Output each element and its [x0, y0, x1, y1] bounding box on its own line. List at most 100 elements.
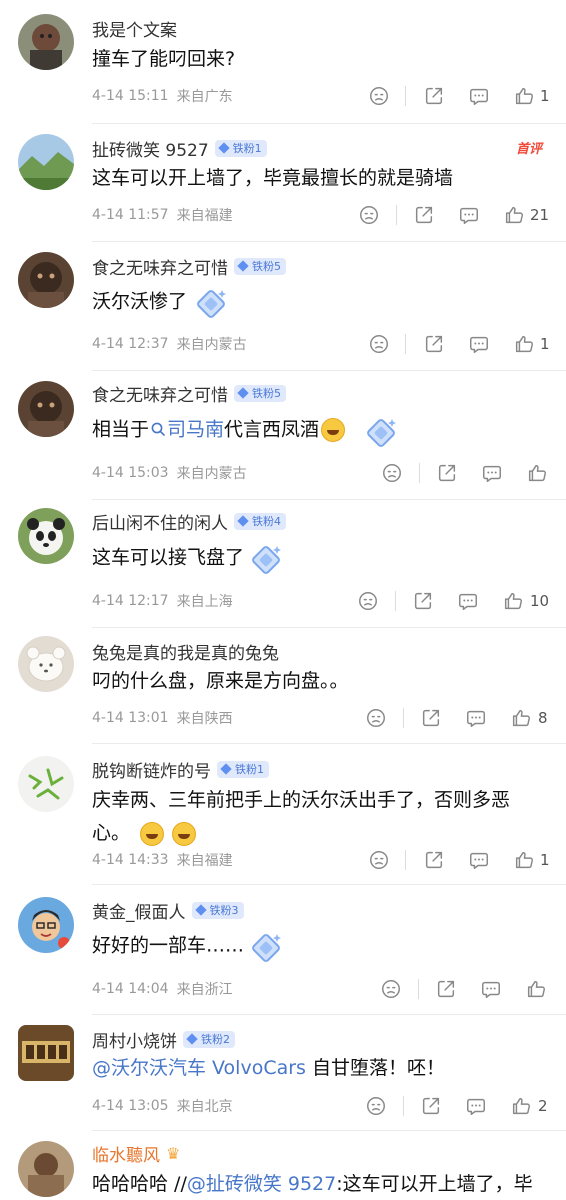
fan-badge[interactable]: 铁粉5 [234, 384, 286, 402]
mention-link[interactable]: @扯砖微笑 9527 [187, 1173, 336, 1195]
comment-icon[interactable] [456, 202, 482, 228]
comment-location: 来自上海 [176, 594, 233, 610]
dislike-icon[interactable] [356, 202, 382, 228]
like-icon[interactable] [501, 202, 527, 228]
fan-badge[interactable]: 铁粉1 [214, 139, 267, 157]
share-icon[interactable] [418, 1093, 444, 1119]
avatar[interactable] [18, 381, 74, 437]
username[interactable]: 黄金_假面人 [92, 898, 186, 923]
like-icon[interactable] [500, 588, 526, 614]
username[interactable]: 周村小烧饼 [92, 1027, 177, 1052]
comment-time: 4-14 12:17 [92, 593, 169, 609]
comment-location: 来自内蒙古 [176, 466, 247, 482]
dislike-icon[interactable] [366, 83, 392, 109]
comment-icon[interactable] [479, 460, 505, 486]
comment-time: 4-14 12:37 [92, 336, 169, 352]
fan-badge[interactable]: 铁粉5 [234, 257, 286, 275]
like-icon[interactable] [511, 331, 537, 357]
username[interactable]: 食之无味弃之可惜 [92, 381, 228, 406]
dislike-icon[interactable] [366, 331, 392, 357]
topic-link[interactable]: 司马南 [167, 419, 224, 441]
comment-location: 来自福建 [176, 208, 233, 224]
comment-text: 庆幸两、三年前把手上的沃尔沃出手了，否则多恶 心。 [92, 789, 511, 846]
username[interactable]: 我是个文案 [92, 16, 177, 41]
divider [403, 1096, 404, 1116]
fan-badge-icon [237, 515, 249, 527]
like-icon[interactable] [523, 976, 549, 1002]
smile-emoji-icon [321, 418, 346, 442]
like-count: 2 [538, 1097, 548, 1115]
fan-badge-icon [237, 387, 249, 399]
fan-badge[interactable]: 铁粉3 [191, 901, 244, 919]
comment-icon[interactable] [466, 847, 492, 873]
avatar[interactable] [18, 252, 74, 308]
divider [419, 463, 420, 483]
grin-emoji-icon [140, 821, 165, 846]
share-icon[interactable] [433, 976, 459, 1002]
avatar[interactable] [18, 897, 74, 953]
like-icon[interactable] [508, 1093, 534, 1119]
like-icon[interactable] [511, 83, 537, 109]
comment-icon[interactable] [463, 1093, 489, 1119]
username[interactable]: 脱钩断链炸的号 [92, 757, 211, 782]
avatar[interactable] [18, 1025, 74, 1081]
fan-badge-icon [220, 763, 232, 775]
comment-item: 扯砖微笑 9527 铁粉1 首评 这车可以开上墙了，毕竟最擅长的就是骑墙 4-14… [0, 124, 566, 242]
comment-icon[interactable] [455, 588, 481, 614]
diamond-sticker-icon [246, 540, 286, 580]
comment-location: 来自浙江 [176, 982, 233, 998]
share-icon[interactable] [410, 588, 436, 614]
share-icon[interactable] [421, 331, 447, 357]
mention-link[interactable]: @沃尔沃汽车 VolvoCars [92, 1057, 306, 1079]
comment-item: 黄金_假面人 铁粉3 好好的一部车…… 4-14 14:04 来自浙江 [0, 885, 566, 1015]
share-icon[interactable] [434, 460, 460, 486]
like-icon[interactable] [508, 705, 534, 731]
comment-icon[interactable] [478, 976, 504, 1002]
diamond-sticker-icon [191, 284, 231, 324]
avatar[interactable] [18, 14, 74, 70]
dislike-icon[interactable] [366, 847, 392, 873]
comment-text: 撞车了能叼回来? [92, 48, 236, 70]
username[interactable]: 食之无味弃之可惜 [92, 254, 228, 279]
share-icon[interactable] [411, 202, 437, 228]
username[interactable]: 扯砖微笑 9527 [92, 136, 209, 161]
divider [405, 86, 406, 106]
comment-text: 这车可以接飞盘了 [92, 536, 542, 580]
hot-comment-tag: 首评 [515, 142, 542, 157]
avatar[interactable] [18, 1141, 74, 1197]
fan-badge[interactable]: 铁粉2 [183, 1030, 235, 1048]
username[interactable]: 兔兔是真的我是真的兔兔 [92, 639, 279, 664]
username[interactable]: 临水聽风 [92, 1141, 160, 1166]
comment-item: 我是个文案 撞车了能叼回来? 4-14 15:11 来自广东 1 [0, 0, 566, 124]
like-icon[interactable] [524, 460, 550, 486]
like-count: 10 [530, 592, 550, 610]
fan-badge[interactable]: 铁粉4 [234, 512, 286, 530]
avatar[interactable] [18, 134, 74, 190]
like-count: 8 [538, 709, 548, 727]
dislike-icon[interactable] [379, 460, 405, 486]
fan-badge[interactable]: 铁粉1 [217, 760, 269, 778]
comment-icon[interactable] [463, 705, 489, 731]
avatar[interactable] [18, 756, 74, 812]
like-icon[interactable] [511, 847, 537, 873]
comment-item: 脱钩断链炸的号 铁粉1 庆幸两、三年前把手上的沃尔沃出手了，否则多恶 心。 4-14… [0, 744, 566, 885]
dislike-icon[interactable] [363, 1093, 389, 1119]
divider [396, 205, 397, 225]
avatar[interactable] [18, 636, 74, 692]
comment-time: 4-14 11:57 [92, 207, 169, 223]
like-count: 1 [540, 335, 550, 353]
comment-icon[interactable] [466, 83, 492, 109]
share-icon[interactable] [421, 847, 447, 873]
dislike-icon[interactable] [378, 976, 404, 1002]
dislike-icon[interactable] [355, 588, 381, 614]
comment-text: 相当于 司马南代言西凤酒 [92, 407, 542, 453]
avatar[interactable] [18, 508, 74, 564]
username[interactable]: 后山闲不住的闲人 [92, 509, 228, 534]
dislike-icon[interactable] [363, 705, 389, 731]
fan-badge-icon [237, 260, 249, 272]
share-icon[interactable] [418, 705, 444, 731]
comment-time: 4-14 15:03 [92, 465, 169, 481]
share-icon[interactable] [421, 83, 447, 109]
crown-icon: ♛ [166, 1143, 181, 1163]
comment-icon[interactable] [466, 331, 492, 357]
